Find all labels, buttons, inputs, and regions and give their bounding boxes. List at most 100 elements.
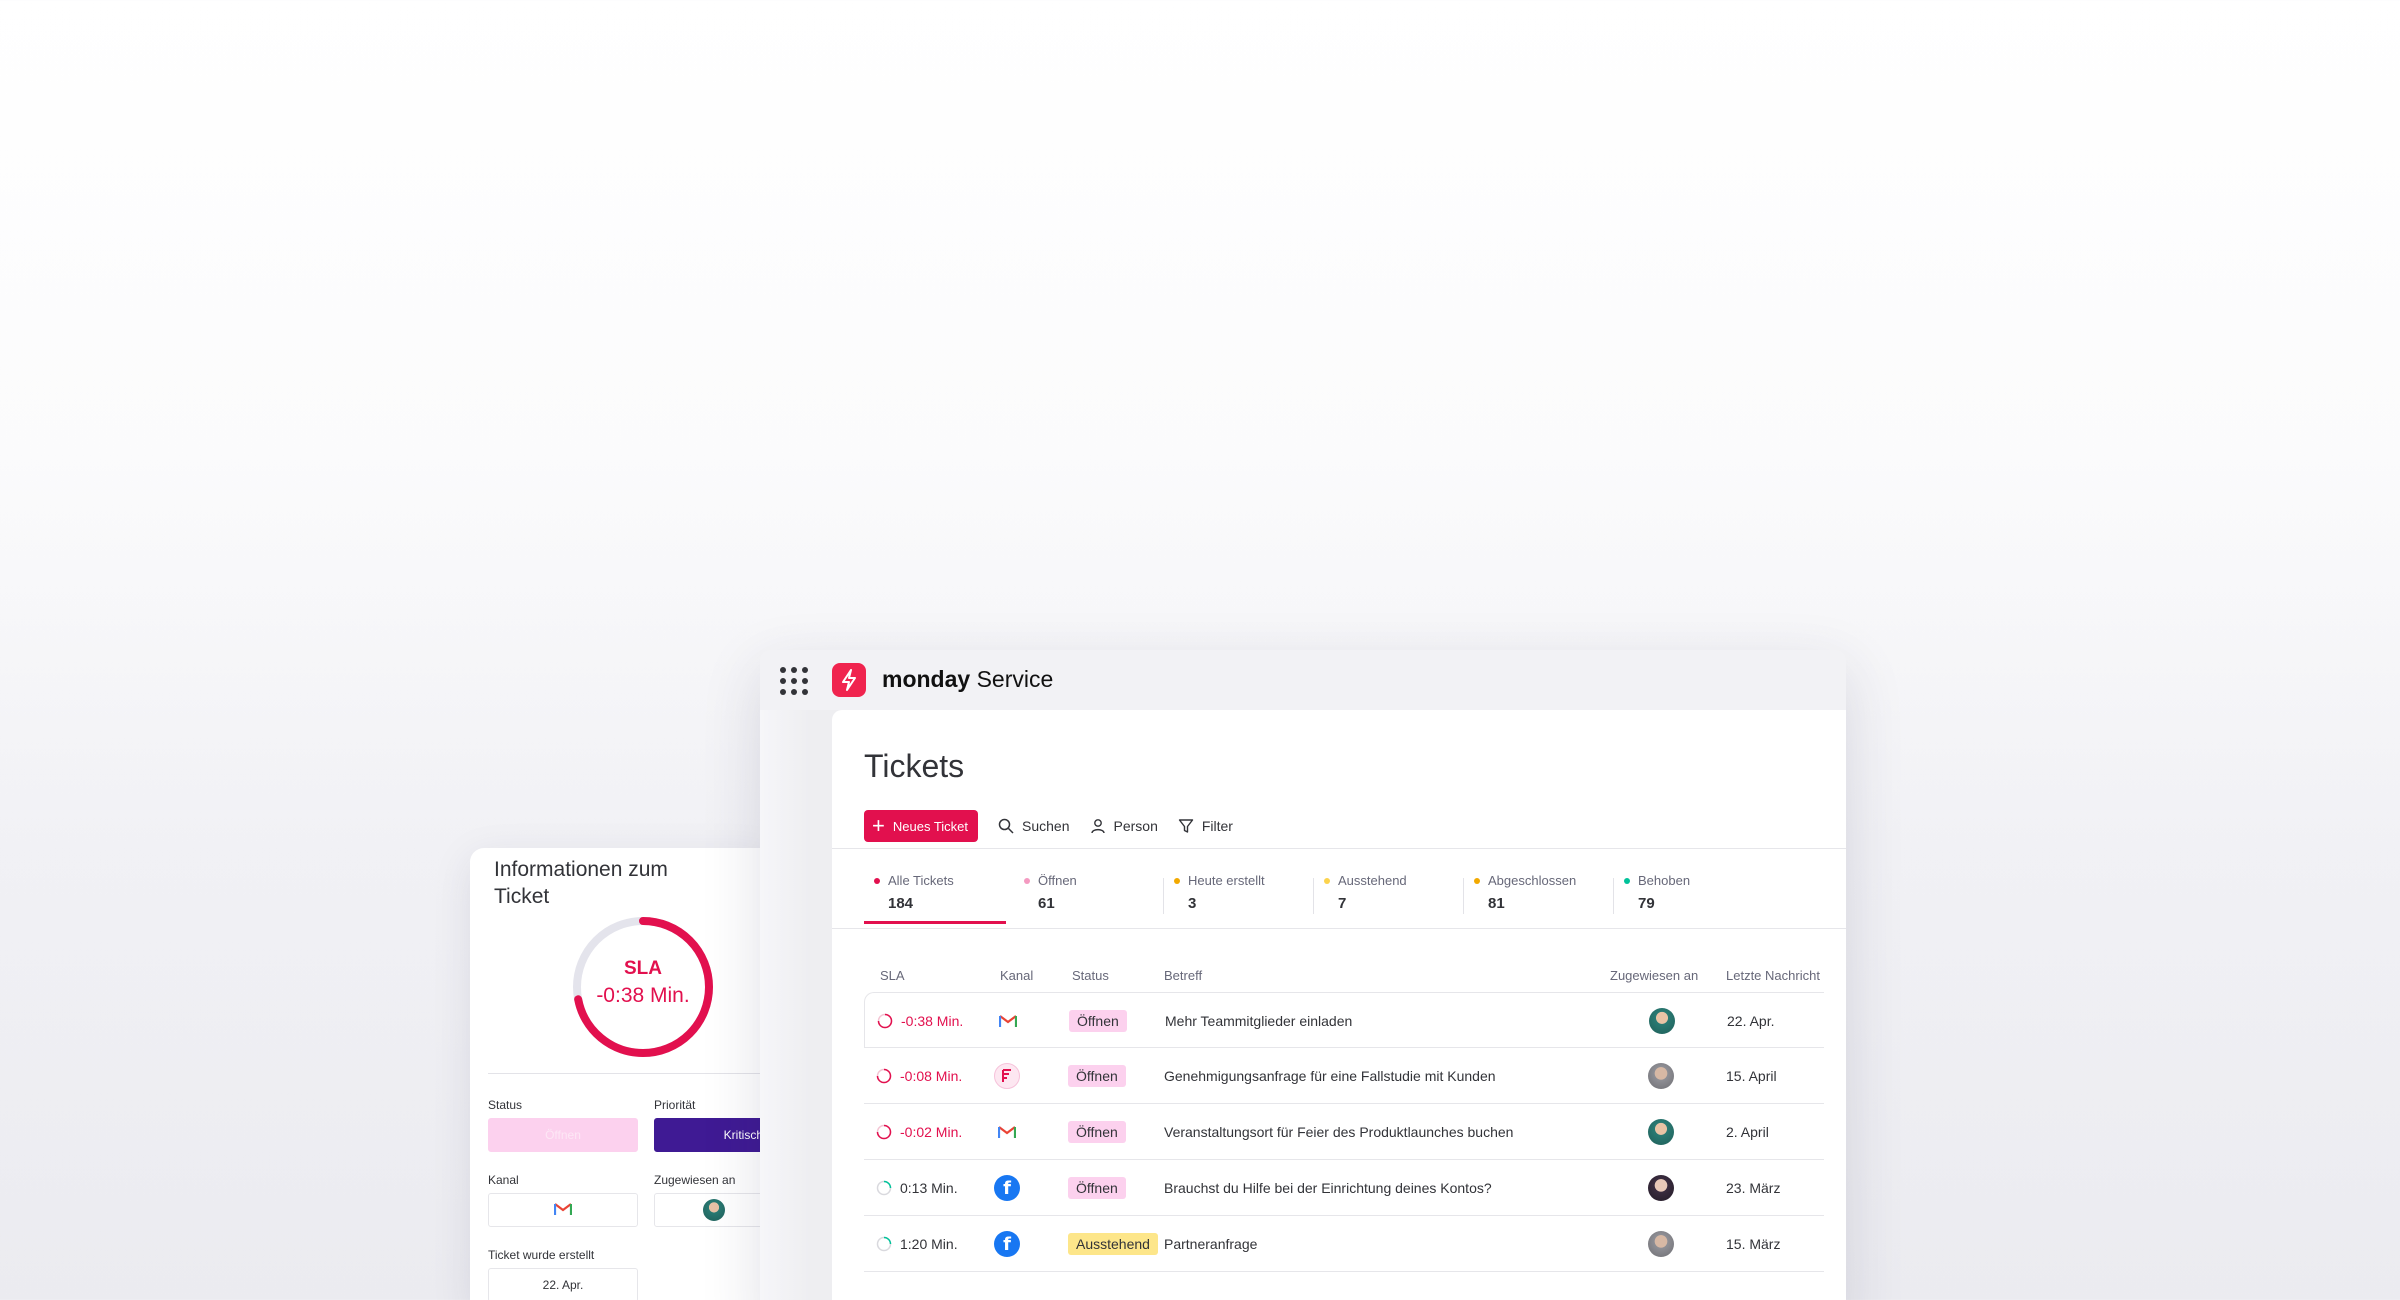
brand-name: monday Service: [882, 666, 1054, 692]
subject-cell[interactable]: Brauchst du Hilfe bei der Einrichtung de…: [1164, 1160, 1492, 1216]
status-cell[interactable]: Öffnen: [1068, 1160, 1126, 1216]
channel-cell: f: [994, 1216, 1020, 1272]
sla-timer-icon: [876, 1180, 892, 1196]
status-cell[interactable]: Öffnen: [1068, 1048, 1126, 1104]
sla-cell: 1:20 Min.: [876, 1216, 958, 1272]
col-subject[interactable]: Betreff: [1164, 968, 1202, 983]
info-divider: [488, 1073, 770, 1074]
col-status[interactable]: Status: [1072, 968, 1109, 983]
sla-ring: SLA -0:38 Min.: [570, 914, 716, 1060]
status-badge[interactable]: Ausstehend: [1068, 1233, 1158, 1255]
assignee-cell[interactable]: [1649, 993, 1675, 1049]
status-cell[interactable]: Öffnen: [1069, 993, 1127, 1049]
status-badge[interactable]: Öffnen: [1068, 1065, 1126, 1087]
created-field: 22. Apr.: [488, 1268, 638, 1300]
channel-cell: [994, 1104, 1020, 1160]
filter-icon: [1178, 819, 1194, 833]
new-ticket-button[interactable]: + Neues Ticket: [864, 810, 979, 842]
search-icon: [998, 818, 1014, 834]
filter-button[interactable]: Filter: [1178, 818, 1233, 834]
page-title: Tickets: [864, 748, 965, 784]
top-bar: monday Service: [760, 650, 1846, 710]
assigned-label: Zugewiesen an: [654, 1173, 736, 1187]
info-panel-title: Informationen zum Ticket: [494, 858, 668, 908]
sla-cell: -0:08 Min.: [876, 1048, 962, 1104]
facebook-icon: f: [994, 1175, 1020, 1201]
assignee-cell[interactable]: [1648, 1104, 1674, 1160]
priority-label: Priorität: [654, 1098, 696, 1112]
status-badge[interactable]: Öffnen: [1069, 1010, 1127, 1032]
person-icon: [1090, 819, 1105, 834]
tab-dot: [1174, 878, 1180, 884]
tab-all-tickets[interactable]: Alle Tickets 184: [864, 870, 1014, 926]
facebook-icon: f: [994, 1231, 1020, 1257]
gmail-icon: [994, 1119, 1020, 1145]
tab-created-today[interactable]: Heute erstellt 3: [1164, 870, 1314, 926]
status-field[interactable]: Öffnen: [488, 1118, 638, 1152]
table-row[interactable]: -0:08 Min. Öffnen Genehmigungsanfrage für …: [864, 1048, 1824, 1104]
main-content: Tickets + Neues Ticket Suchen Person Fil…: [832, 710, 1846, 1300]
sla-timer-icon: [876, 1124, 892, 1140]
tab-pending[interactable]: Ausstehend 7: [1314, 870, 1464, 926]
channel-label: Kanal: [488, 1173, 519, 1187]
sla-timer-icon: [876, 1236, 892, 1252]
subject-cell[interactable]: Genehmigungsanfrage für eine Fallstudie …: [1164, 1048, 1496, 1104]
search-button[interactable]: Suchen: [998, 818, 1070, 834]
table-row[interactable]: 0:13 Min. f Öffnen Brauchst du Hilfe bei de…: [864, 1160, 1824, 1216]
status-badge[interactable]: Öffnen: [1068, 1121, 1126, 1143]
tab-dot: [874, 878, 880, 884]
col-assigned[interactable]: Zugewiesen an: [1610, 968, 1698, 983]
assignee-cell[interactable]: [1648, 1216, 1674, 1272]
channel-cell: [994, 1048, 1020, 1104]
col-channel[interactable]: Kanal: [1000, 968, 1033, 983]
sla-cell: -0:38 Min.: [877, 993, 963, 1049]
table-row[interactable]: -0:38 Min. Öffnen Mehr Teammitglieder einl…: [864, 992, 1824, 1048]
toolbar: + Neues Ticket Suchen Person Filter: [864, 810, 1233, 842]
avatar: [1648, 1231, 1674, 1257]
sla-cell: -0:02 Min.: [876, 1104, 962, 1160]
table-row[interactable]: 1:20 Min. f Ausstehend Partneranfrage 15. Mä…: [864, 1216, 1824, 1272]
assigned-field[interactable]: [654, 1193, 770, 1227]
table-header: SLA Kanal Status Betreff Zugewiesen an L…: [864, 968, 1824, 988]
subject-cell[interactable]: Mehr Teammitglieder einladen: [1165, 993, 1352, 1049]
tab-closed[interactable]: Abgeschlossen 81: [1464, 870, 1614, 926]
tab-dot: [1474, 878, 1480, 884]
ticket-info-panel: Informationen zum Ticket SLA -0:38 Min. …: [470, 848, 770, 1300]
subject-cell[interactable]: Veranstaltungsort für Feier des Produktl…: [1164, 1104, 1513, 1160]
col-last-message[interactable]: Letzte Nachricht: [1726, 968, 1820, 983]
avatar: [703, 1199, 725, 1221]
app-grid-icon[interactable]: [780, 667, 808, 695]
sla-timer-icon: [876, 1068, 892, 1084]
subject-cell[interactable]: Partneranfrage: [1164, 1216, 1257, 1272]
tab-dot: [1624, 878, 1630, 884]
channel-field[interactable]: [488, 1193, 638, 1227]
sla-timer-icon: [877, 1013, 893, 1029]
lightning-logo-icon: [832, 663, 866, 697]
avatar: [1648, 1063, 1674, 1089]
tab-resolved[interactable]: Behoben 79: [1614, 870, 1764, 926]
priority-field[interactable]: Kritisch: [654, 1118, 770, 1152]
assignee-cell[interactable]: [1648, 1048, 1674, 1104]
last-message-cell: 15. April: [1726, 1068, 1777, 1084]
table-row[interactable]: -0:02 Min. Öffnen Veranstaltungsort für Fe…: [864, 1104, 1824, 1160]
status-cell[interactable]: Ausstehend: [1068, 1216, 1158, 1272]
last-message-cell: 2. April: [1726, 1124, 1769, 1140]
toolbar-divider: [832, 848, 1846, 849]
person-button[interactable]: Person: [1090, 818, 1158, 834]
last-message-cell: 23. März: [1726, 1180, 1781, 1196]
ticket-tabs: Alle Tickets 184 Öffnen 61 Heute erstell…: [864, 870, 1764, 926]
status-cell[interactable]: Öffnen: [1068, 1104, 1126, 1160]
col-sla[interactable]: SLA: [880, 968, 905, 983]
form-icon: [994, 1063, 1020, 1089]
sla-value: -0:38 Min.: [596, 984, 690, 1007]
tab-dot: [1024, 878, 1030, 884]
tab-open[interactable]: Öffnen 61: [1014, 870, 1164, 926]
sla-cell: 0:13 Min.: [876, 1160, 958, 1216]
app-window: monday Service Tickets + Neues Ticket Su…: [760, 650, 1846, 1300]
gmail-icon: [553, 1202, 573, 1219]
avatar: [1648, 1119, 1674, 1145]
channel-cell: f: [994, 1160, 1020, 1216]
status-badge[interactable]: Öffnen: [1068, 1177, 1126, 1199]
assignee-cell[interactable]: [1648, 1160, 1674, 1216]
last-message-cell: 15. März: [1726, 1236, 1781, 1252]
